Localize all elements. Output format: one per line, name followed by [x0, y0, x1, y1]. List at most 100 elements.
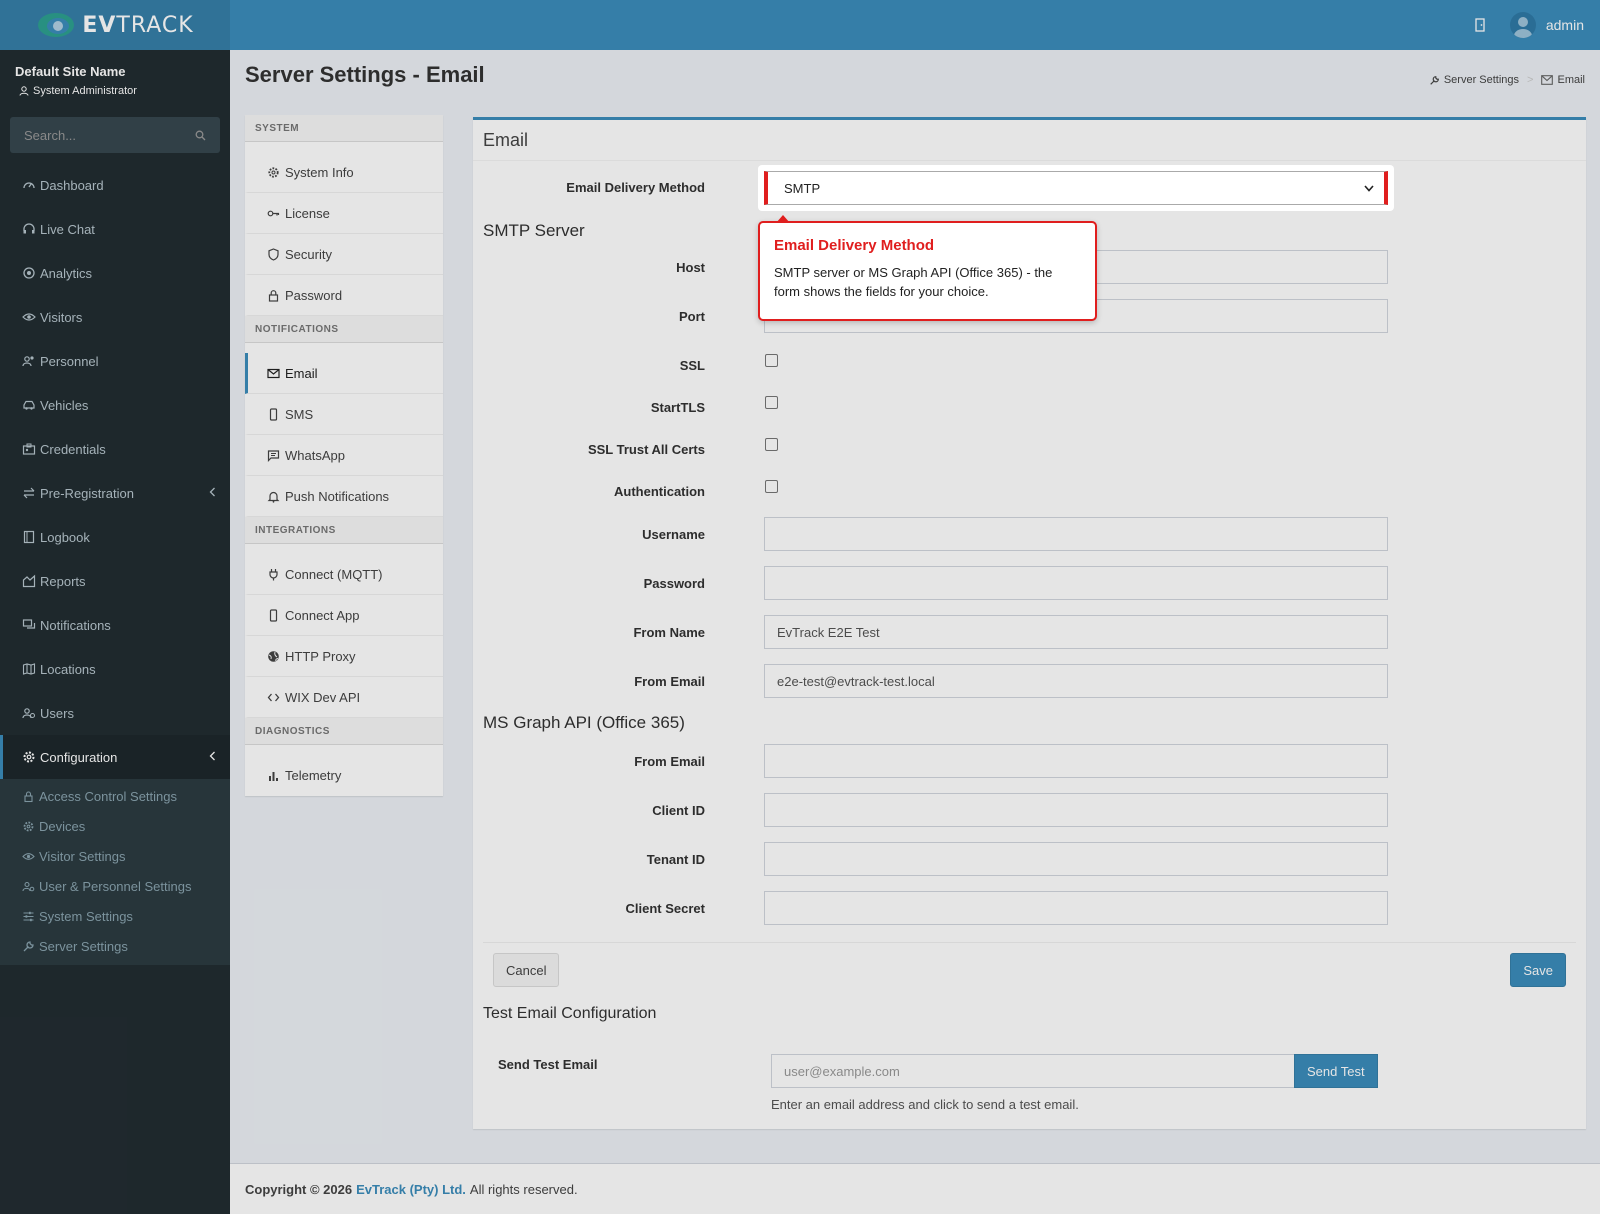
breadcrumb-email: Email: [1541, 74, 1585, 86]
submenu-item-access-control[interactable]: Access Control Settings: [0, 781, 230, 811]
breadcrumb-server-settings[interactable]: Server Settings: [1429, 74, 1519, 86]
tenant-id-input[interactable]: [764, 842, 1388, 876]
mobile-icon: [269, 608, 278, 622]
settings-section-notifications: NOTIFICATIONS: [245, 316, 443, 343]
client-id-input[interactable]: [764, 793, 1388, 827]
key-icon: [267, 210, 280, 216]
sidebar-item-credentials[interactable]: Credentials: [0, 427, 230, 471]
from-name-row: From Name EvTrack E2E Test: [473, 615, 1586, 649]
settings-nav-connect-app[interactable]: Connect App: [245, 595, 443, 636]
cog-icon: [23, 821, 34, 831]
sidebar-item-configuration[interactable]: Configuration: [0, 735, 230, 779]
settings-nav-sms[interactable]: SMS: [245, 394, 443, 435]
gear-icon: [23, 751, 35, 763]
client-secret-input[interactable]: [764, 891, 1388, 925]
door-icon[interactable]: [1460, 0, 1500, 50]
username-input[interactable]: [764, 517, 1388, 551]
settings-nav-security[interactable]: Security: [245, 234, 443, 275]
submenu-item-server-settings[interactable]: Server Settings: [0, 931, 230, 961]
delivery-method-value: SMTP: [784, 180, 821, 196]
rights-text: All rights reserved.: [469, 1181, 578, 1197]
envelope-icon: [1541, 75, 1554, 85]
settings-nav-push-notifications[interactable]: Push Notifications: [245, 476, 443, 517]
settings-nav-wix-dev-api[interactable]: WIX Dev API: [245, 677, 443, 718]
save-button[interactable]: Save: [1510, 953, 1566, 987]
starttls-checkbox[interactable]: [765, 396, 778, 409]
message-icon: [267, 449, 280, 462]
gear-icon: [268, 166, 279, 178]
authentication-checkbox[interactable]: [765, 480, 778, 493]
tooltip-title: Email Delivery Method: [774, 237, 935, 254]
ssl-checkbox[interactable]: [765, 354, 778, 367]
settings-nav-http-proxy[interactable]: HTTP Proxy: [245, 636, 443, 677]
settings-nav-password[interactable]: Password: [245, 275, 443, 316]
user-panel: Default Site Name System Administrator: [0, 50, 230, 112]
settings-nav-email[interactable]: Email: [245, 353, 443, 394]
user-menu[interactable]: admin: [1500, 0, 1600, 50]
submenu-item-system-settings[interactable]: System Settings: [0, 901, 230, 931]
sidebar-item-analytics[interactable]: Analytics: [0, 251, 230, 295]
sidebar-item-live-chat[interactable]: Live Chat: [0, 207, 230, 251]
search-icon[interactable]: [195, 130, 206, 141]
search-input[interactable]: [24, 127, 174, 143]
submenu-item-user-personnel-settings[interactable]: User & Personnel Settings: [0, 871, 230, 901]
settings-nav-connect-mqtt[interactable]: Connect (MQTT): [245, 554, 443, 595]
settings-section-diagnostics: DIAGNOSTICS: [245, 718, 443, 745]
settings-nav-system-info[interactable]: System Info: [245, 152, 443, 193]
submenu-item-devices[interactable]: Devices: [0, 811, 230, 841]
brand-logo[interactable]: EVTRACK: [0, 0, 230, 50]
delivery-method-select[interactable]: SMTP: [764, 171, 1388, 205]
id-card-icon: [22, 443, 36, 455]
settings-nav-license[interactable]: License: [245, 193, 443, 234]
delivery-method-label: Email Delivery Method: [566, 179, 705, 195]
swap-icon: [23, 487, 35, 499]
ssl-trust-checkbox[interactable]: [765, 438, 778, 451]
chart-icon: [22, 574, 36, 588]
submenu-item-visitor-settings[interactable]: Visitor Settings: [0, 841, 230, 871]
lock-icon: [24, 790, 33, 802]
sidebar-item-locations[interactable]: Locations: [0, 647, 230, 691]
sidebar-item-users[interactable]: Users: [0, 691, 230, 735]
users-cog-icon: [22, 881, 35, 891]
starttls-row: StartTLS: [473, 390, 1586, 424]
client-secret-row: Client Secret: [473, 891, 1586, 925]
sidebar-item-visitors[interactable]: Visitors: [0, 295, 230, 339]
from-email-row: From Email e2e-test@evtrack-test.local: [473, 664, 1586, 698]
ms-from-email-label: From Email: [634, 753, 705, 769]
send-test-button[interactable]: Send Test: [1294, 1054, 1378, 1088]
envelope-icon: [267, 368, 280, 378]
chevron-left-icon: [209, 487, 215, 497]
sidebar-item-reports[interactable]: Reports: [0, 559, 230, 603]
sidebar-item-personnel[interactable]: Personnel: [0, 339, 230, 383]
test-email-input[interactable]: user@example.com: [771, 1054, 1295, 1088]
from-email-input[interactable]: e2e-test@evtrack-test.local: [764, 664, 1388, 698]
cancel-button[interactable]: Cancel: [493, 953, 560, 987]
shield-icon: [268, 247, 279, 261]
wrench-icon: [1430, 75, 1439, 85]
password-input[interactable]: [764, 566, 1388, 600]
msgraph-heading: MS Graph API (Office 365): [483, 713, 685, 732]
company-link[interactable]: EvTrack (Pty) Ltd.: [356, 1182, 466, 1197]
authentication-row: Authentication: [473, 474, 1586, 508]
headset-icon: [23, 223, 35, 234]
breadcrumb: Server Settings > Email: [1429, 74, 1585, 86]
client-id-label: Client ID: [652, 802, 705, 818]
globe-icon: [268, 650, 279, 662]
sidebar-item-pre-registration[interactable]: Pre-Registration: [0, 471, 230, 515]
sidebar-item-vehicles[interactable]: Vehicles: [0, 383, 230, 427]
sidebar-item-notifications[interactable]: Notifications: [0, 603, 230, 647]
ms-from-email-input[interactable]: [764, 744, 1388, 778]
from-name-input[interactable]: EvTrack E2E Test: [764, 615, 1388, 649]
box-title: Email: [473, 120, 1586, 161]
settings-nav-whatsapp[interactable]: WhatsApp: [245, 435, 443, 476]
bar-chart-icon: [269, 772, 278, 781]
tour-highlight: SMTP: [758, 165, 1394, 211]
divider: [483, 942, 1576, 943]
eye-icon: [22, 313, 36, 321]
lock-icon: [268, 289, 279, 302]
sidebar-item-logbook[interactable]: Logbook: [0, 515, 230, 559]
settings-nav-telemetry[interactable]: Telemetry: [245, 755, 443, 796]
send-test-email-label: Send Test Email: [498, 1057, 598, 1072]
sidebar-item-dashboard[interactable]: Dashboard: [0, 163, 230, 207]
book-icon: [23, 530, 35, 544]
